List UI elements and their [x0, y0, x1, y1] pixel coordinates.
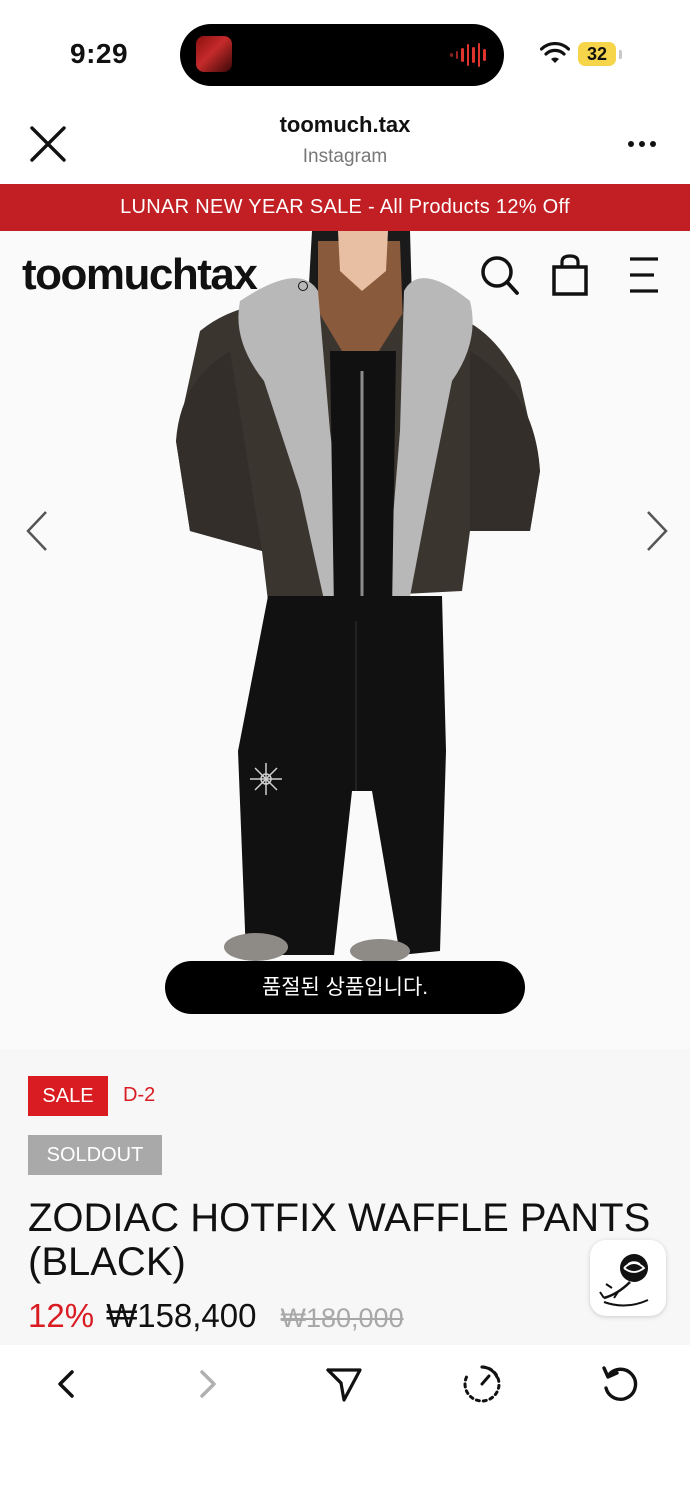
days-left-label: D-2 — [123, 1084, 156, 1106]
shopping-bag-icon[interactable] — [550, 254, 590, 296]
sale-banner[interactable]: LUNAR NEW YEAR SALE - All Products 12% O… — [0, 184, 690, 231]
search-icon[interactable] — [480, 254, 520, 296]
forward-icon[interactable] — [186, 1364, 226, 1404]
original-price: ₩180,000 — [280, 1303, 404, 1333]
speed-icon[interactable] — [462, 1364, 502, 1404]
soldout-badge: SOLDOUT — [28, 1135, 162, 1175]
share-icon[interactable] — [324, 1364, 364, 1404]
sale-price: ₩158,400 — [106, 1297, 257, 1334]
rose-logo-icon — [599, 1254, 649, 1307]
back-icon[interactable] — [48, 1364, 88, 1404]
menu-icon[interactable] — [624, 254, 664, 296]
model-illustration — [176, 231, 540, 963]
product-name: ZODIAC HOTFIX WAFFLE PANTS (BLACK) — [28, 1196, 651, 1284]
soldout-notice: 품절된 상품입니다. — [165, 961, 525, 1014]
now-playing-artwork — [196, 36, 232, 72]
reload-icon[interactable] — [600, 1364, 640, 1404]
status-time: 9:29 — [70, 38, 129, 69]
wifi-icon — [540, 42, 570, 63]
audio-waveform-icon — [450, 41, 487, 69]
registered-mark — [298, 281, 308, 291]
page-subtitle: Instagram — [302, 146, 388, 167]
chat-button[interactable] — [590, 1240, 666, 1316]
discount-percent: 12% — [28, 1297, 95, 1334]
brand-logo[interactable]: toomuchtax — [22, 250, 258, 300]
page-title: toomuch.tax — [279, 112, 411, 137]
battery-cap — [619, 50, 622, 59]
battery-level: 32 — [578, 42, 616, 66]
product-image[interactable] — [0, 231, 690, 1049]
previous-image-icon[interactable] — [22, 508, 50, 554]
more-options-icon[interactable] — [626, 132, 658, 156]
price-row: 12% ₩158,400 ₩180,000 — [28, 1297, 404, 1335]
next-image-icon[interactable] — [644, 508, 672, 554]
sale-badge: SALE — [28, 1076, 108, 1116]
dynamic-island[interactable] — [180, 24, 504, 86]
